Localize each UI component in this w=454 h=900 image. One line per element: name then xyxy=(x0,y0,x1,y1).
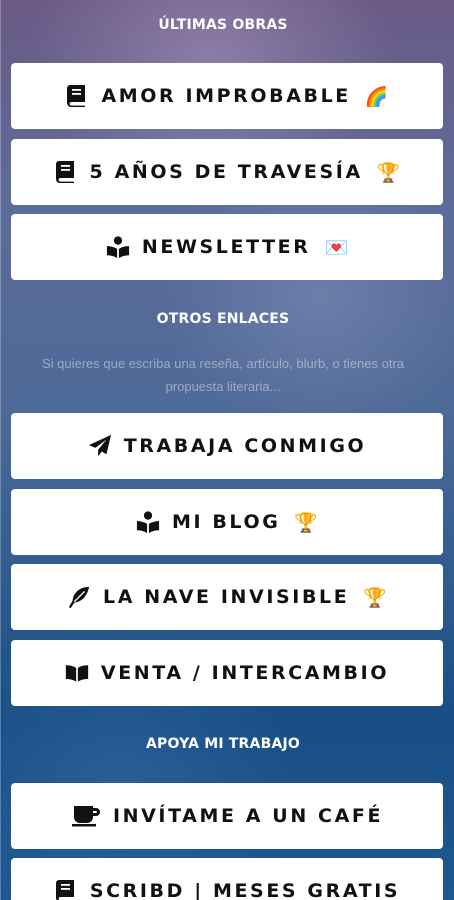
section-title-works: ÚLTIMAS OBRAS xyxy=(158,17,288,33)
link-button-trabaja-conmigo[interactable]: TRABAJA CONMIGO xyxy=(11,413,443,479)
open-book-icon xyxy=(65,661,89,685)
link-button-label: TRABAJA CONMIGO xyxy=(123,435,367,457)
link-button-label: AMOR IMPROBABLE xyxy=(101,85,351,107)
feather-icon xyxy=(67,585,91,609)
trophy-emoji: 🏆 xyxy=(363,586,387,609)
link-button-label: MI BLOG xyxy=(171,511,281,533)
coffee-icon xyxy=(71,804,101,828)
link-button-la-nave-invisible[interactable]: LA NAVE INVISIBLE 🏆 xyxy=(11,564,443,630)
link-button-label: INVÍTAME A UN CAFÉ xyxy=(112,805,384,827)
link-button-label: SCRIBD | MESES GRATIS xyxy=(89,880,401,900)
link-button-newsletter[interactable]: NEWSLETTER 💌 xyxy=(11,214,443,280)
link-button-label: VENTA / INTERCAMBIO xyxy=(100,662,390,684)
link-button-label: LA NAVE INVISIBLE xyxy=(103,586,350,608)
link-page: ÚLTIMAS OBRAS AMOR IMPROBABLE 🌈 5 AÑOS D… xyxy=(0,0,454,900)
book-icon xyxy=(54,160,78,184)
book-icon xyxy=(54,879,78,900)
section-title-support: APOYA MI TRABAJO xyxy=(145,736,300,752)
link-button-amor-improbable[interactable]: AMOR IMPROBABLE 🌈 xyxy=(11,63,443,129)
links-description: Si quieres que escriba una reseña, artíc… xyxy=(41,356,405,394)
rainbow-emoji: 🌈 xyxy=(364,85,389,108)
link-button-invitame-a-un-cafe[interactable]: INVÍTAME A UN CAFÉ xyxy=(11,783,443,849)
page-edge xyxy=(0,0,1,900)
book-reader-icon xyxy=(106,235,130,259)
link-button-label: 5 AÑOS DE TRAVESÍA xyxy=(89,161,363,183)
book-icon xyxy=(65,84,89,108)
book-reader-icon xyxy=(136,510,160,534)
link-button-scribd[interactable]: SCRIBD | MESES GRATIS xyxy=(11,858,443,900)
trophy-emoji: 🏆 xyxy=(294,511,319,534)
link-button-label: NEWSLETTER xyxy=(141,236,311,258)
section-title-links: OTROS ENLACES xyxy=(156,311,290,327)
link-button-mi-blog[interactable]: MI BLOG 🏆 xyxy=(11,489,443,555)
paper-plane-icon xyxy=(88,434,112,458)
link-button-5-anos-de-travesia[interactable]: 5 AÑOS DE TRAVESÍA 🏆 xyxy=(11,139,443,205)
link-button-venta-intercambio[interactable]: VENTA / INTERCAMBIO xyxy=(11,640,443,706)
love-letter-emoji: 💌 xyxy=(324,236,349,259)
trophy-emoji: 🏆 xyxy=(376,161,401,184)
